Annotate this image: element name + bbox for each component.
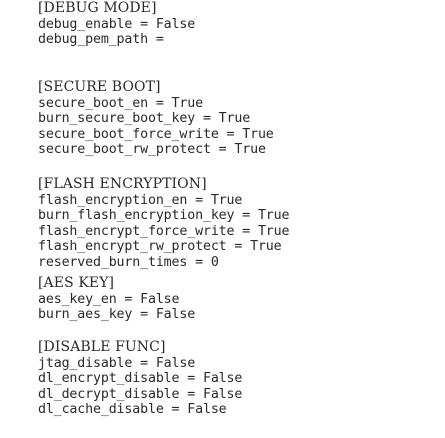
section-disable-func: [DISABLE FUNC] jtag_disable = False dl_e… <box>38 339 243 418</box>
config-line: reserved_burn_times = 0 <box>38 254 219 270</box>
config-line: flash_encrypt_force_write = True <box>38 223 290 239</box>
section-flash-encryption: [FLASH ENCRYPTION] flash_encryption_en =… <box>38 176 290 271</box>
section-header: [AES KEY] <box>38 275 115 291</box>
config-line: dl_decrypt_disable = False <box>38 386 243 402</box>
config-line: flash_encryption_en = True <box>38 192 243 208</box>
section-header: [FLASH ENCRYPTION] <box>38 176 207 192</box>
config-line: burn_aes_key = False <box>38 307 196 323</box>
section-header: [SECURE BOOT] <box>38 79 161 95</box>
config-line: secure_boot_rw_protect = True <box>38 142 266 158</box>
config-line: burn_flash_encryption_key = True <box>38 208 290 224</box>
config-line: dl_encrypt_disable = False <box>38 371 243 387</box>
section-aes-key: [AES KEY] aes_key_en = False burn_aes_ke… <box>38 275 196 323</box>
config-line: jtag_disable = False <box>38 355 196 371</box>
config-line: secure_boot_force_write = True <box>38 126 274 142</box>
section-header: [DEBUG MODE] <box>38 0 157 16</box>
config-line: dl_cache_disable = False <box>38 402 227 418</box>
config-line: debug_enable = False <box>38 16 196 32</box>
config-line: secure_boot_en = True <box>38 95 203 111</box>
config-line: debug_pem_path = <box>38 32 164 48</box>
section-secure-boot: [SECURE BOOT] secure_boot_en = True burn… <box>38 79 274 158</box>
config-line: burn_secure_boot_key = True <box>38 111 251 127</box>
section-debug-mode: [DEBUG MODE] debug_enable = False debug_… <box>38 0 196 48</box>
config-line: flash_encrypt_rw_protect = True <box>38 239 282 255</box>
config-line: aes_key_en = False <box>38 291 180 307</box>
section-header: [DISABLE FUNC] <box>38 339 166 355</box>
